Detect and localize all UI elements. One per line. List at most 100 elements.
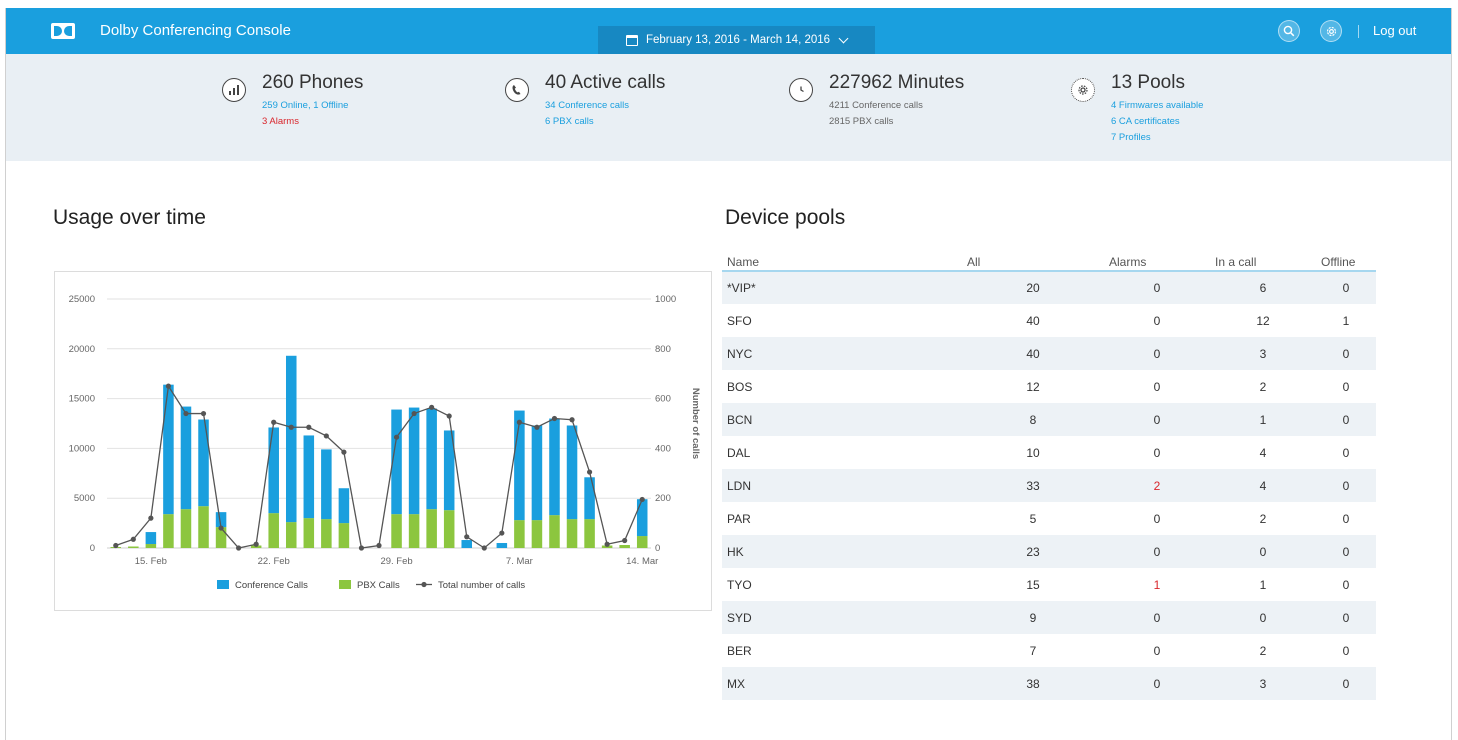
column-header-offline[interactable]: Offline — [1316, 254, 1376, 272]
bar-pbx-calls — [163, 514, 174, 548]
total-calls-point — [130, 536, 136, 542]
date-range-picker[interactable]: February 13, 2016 - March 14, 2016 — [598, 26, 875, 54]
bar-pbx-calls — [408, 514, 420, 548]
pool-name-cell: BOS — [727, 379, 753, 394]
logout-link[interactable]: Log out — [1373, 23, 1416, 38]
pool-in-call-cell: 4 — [1210, 469, 1316, 502]
summary-stats: 260 Phones 259 Online, 1 Offline 3 Alarm… — [6, 54, 1451, 161]
column-header-alarms[interactable]: Alarms — [1104, 254, 1210, 272]
pool-alarms-cell: 0 — [1153, 643, 1161, 658]
search-button[interactable] — [1278, 20, 1300, 42]
column-header-all[interactable]: All — [962, 254, 1104, 272]
pool-offline-cell: 0 — [1342, 643, 1350, 658]
y-axis-right-tick: 0 — [655, 543, 660, 554]
total-calls-point — [113, 542, 119, 549]
calendar-icon — [625, 34, 638, 46]
table-row[interactable]: BOS 12 0 2 0 — [722, 370, 1376, 403]
total-calls-point — [639, 496, 645, 503]
pool-name-cell: *VIP* — [722, 271, 962, 304]
pool-offline-cell: 0 — [1316, 469, 1376, 502]
table-row[interactable]: DAL 10 0 4 0 — [722, 436, 1376, 469]
total-calls-point — [271, 419, 277, 425]
gear-icon — [1326, 26, 1336, 36]
stat-line[interactable]: 4 Firmwares available — [1111, 100, 1203, 111]
bar-conference-calls — [426, 408, 437, 510]
x-axis-tick: 15. Feb — [135, 556, 167, 567]
y-axis-left-tick: 5000 — [74, 493, 95, 504]
pool-all-cell: 10 — [1026, 445, 1040, 460]
pool-all-cell: 40 — [962, 337, 1104, 370]
total-calls-point — [604, 541, 610, 547]
stat-title: 40 Active calls — [545, 72, 666, 93]
table-row[interactable]: SYD 9 0 0 0 — [722, 601, 1376, 634]
pool-offline-cell: 0 — [1316, 601, 1376, 634]
table-row[interactable]: SFO 40 0 12 1 — [722, 304, 1376, 337]
total-calls-point — [622, 537, 628, 544]
pool-offline-cell: 0 — [1316, 337, 1376, 370]
pool-offline-cell: 0 — [1316, 667, 1376, 700]
total-calls-point — [499, 530, 505, 536]
total-calls-point — [446, 413, 452, 419]
stat-title: 13 Pools — [1111, 72, 1185, 93]
pool-alarms-cell: 0 — [1104, 535, 1210, 568]
pool-alarms-cell: 2 — [1104, 469, 1210, 502]
dolby-logo-icon[interactable] — [51, 23, 75, 39]
pool-all-cell: 7 — [1029, 643, 1037, 658]
pool-offline-cell: 0 — [1316, 535, 1376, 568]
pool-name-cell: HK — [722, 535, 962, 568]
stat-line[interactable]: 34 Conference calls — [545, 100, 629, 111]
x-axis-tick: 7. Mar — [506, 556, 533, 567]
bar-pbx-calls — [321, 519, 332, 548]
pool-name-cell: LDN — [722, 469, 962, 502]
total-calls-point — [236, 545, 242, 551]
bar-conference-calls — [566, 425, 578, 520]
x-axis-tick: 14. Mar — [626, 556, 658, 567]
pool-offline-cell: 0 — [1342, 445, 1350, 460]
table-row[interactable]: BER 7 0 2 0 — [722, 634, 1376, 667]
table-row[interactable]: LDN 33 2 4 0 — [722, 469, 1376, 502]
bar-pbx-calls — [268, 513, 279, 548]
bar-chart-icon — [222, 78, 246, 102]
table-row[interactable]: NYC 40 0 3 0 — [722, 337, 1376, 370]
search-icon — [1283, 25, 1295, 37]
table-row[interactable]: BCN 8 0 1 0 — [722, 403, 1376, 436]
bar-pbx-calls — [619, 545, 630, 548]
bar-pbx-calls — [549, 515, 560, 548]
pool-name-cell: DAL — [727, 445, 751, 460]
stat-line[interactable]: 6 PBX calls — [545, 116, 594, 127]
pool-all-cell: 40 — [1026, 313, 1040, 328]
pool-offline-cell: 1 — [1342, 313, 1350, 328]
pool-all-cell: 5 — [1029, 511, 1037, 526]
stat-title: 260 Phones — [262, 72, 364, 93]
table-row[interactable]: MX 38 0 3 0 — [722, 667, 1376, 700]
pool-offline-cell: 0 — [1316, 403, 1376, 436]
total-calls-point — [393, 434, 400, 440]
total-calls-point — [586, 469, 593, 475]
y-axis-right-label: Number of calls — [690, 388, 701, 459]
bar-conference-calls — [584, 477, 595, 520]
table-row[interactable]: PAR 5 0 2 0 — [722, 502, 1376, 535]
stat-line[interactable]: 259 Online, 1 Offline — [262, 100, 348, 111]
bar-pbx-calls — [303, 518, 315, 548]
total-calls-point — [218, 525, 224, 531]
pools-title: Device pools — [725, 206, 846, 229]
stat-line-alarms[interactable]: 3 Alarms — [262, 116, 299, 127]
pools-table-body: *VIP* 20 0 6 0 SFO 40 0 12 1 NYC 40 0 3 0 BOS 12 0 2 0 BCN 8 0… — [722, 271, 1376, 700]
column-header-in-call[interactable]: In a call — [1210, 254, 1316, 272]
legend-swatch-total-point — [421, 581, 427, 588]
stat-line[interactable]: 7 Profiles — [1111, 132, 1151, 143]
pool-in-call-cell: 1 — [1259, 577, 1267, 592]
pool-all-cell: 8 — [962, 403, 1104, 436]
column-header-name[interactable]: Name — [722, 254, 962, 272]
table-row[interactable]: TYO 15 1 1 0 — [722, 568, 1376, 601]
pool-alarms-cell: 0 — [1104, 403, 1210, 436]
table-row[interactable]: *VIP* 20 0 6 0 — [722, 271, 1376, 304]
y-axis-right-tick: 1000 — [655, 294, 676, 305]
table-row[interactable]: HK 23 0 0 0 — [722, 535, 1376, 568]
total-calls-point — [411, 410, 417, 417]
pool-in-call-cell: 2 — [1259, 379, 1267, 394]
bar-pbx-calls — [514, 520, 525, 548]
x-axis-tick: 22. Feb — [258, 556, 290, 567]
settings-button[interactable] — [1320, 20, 1342, 42]
stat-line[interactable]: 6 CA certificates — [1111, 116, 1180, 127]
